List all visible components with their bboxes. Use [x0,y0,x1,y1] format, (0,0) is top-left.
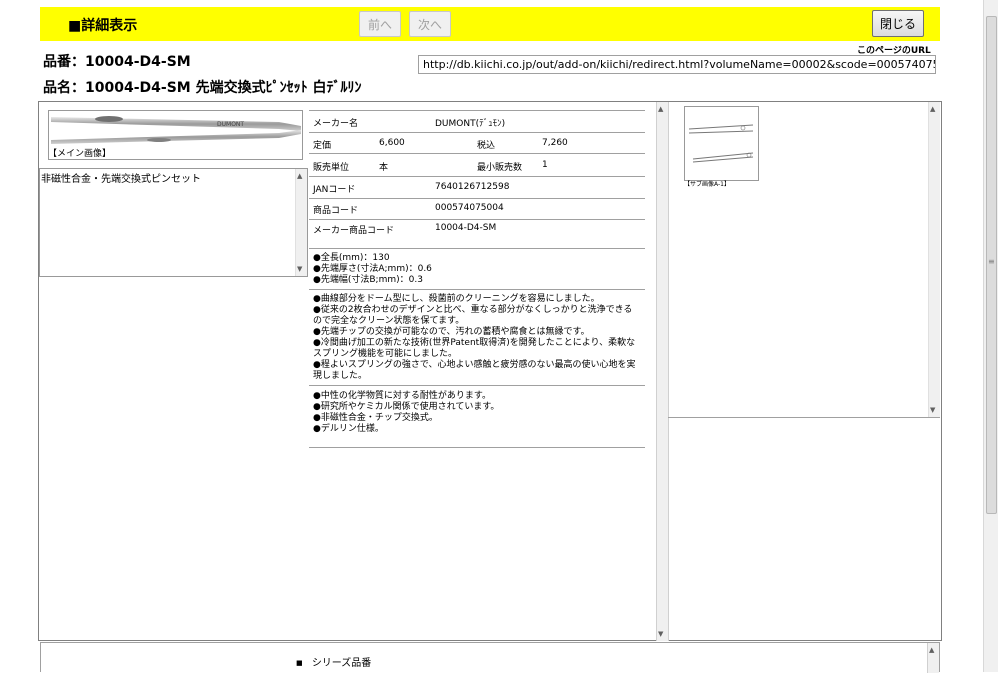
close-button[interactable]: 閉じる [872,10,924,37]
property-item: ●非磁性合金・チップ交換式。 [313,413,438,423]
features-list: ●曲線部分をドーム型にし、殺菌前のクリーニングを容易にしました。 ●従来の2枚合… [313,294,639,382]
series-label: ■ シリーズ品番 [296,654,371,669]
feature-item: ●従来の2枚合わせのデザインと比べ、重なる部分がなくしっかりと洗浄できるので完全… [313,305,633,326]
unit-label: 販売単位 [313,163,350,173]
scroll-up-icon[interactable]: ▲ [930,105,935,113]
dimension-item: ●先端厚さ(寸法A;mm)：0.6 [313,264,432,274]
spec-row-jan: JANコード 7640126712598 [309,177,645,199]
property-item: ●研究所やケミカル関係で使用されています。 [313,402,500,412]
maker-code-value: 10004-D4-SM [435,223,497,233]
jan-value: 7640126712598 [435,182,510,192]
dimensions-list: ●全長(mm)：130 ●先端厚さ(寸法A;mm)：0.6 ●先端幅(寸法B;m… [313,253,639,286]
series-label-text: シリーズ品番 [311,658,372,669]
maker-value: DUMONT(ﾃﾞｭﾓﾝ) [435,119,506,129]
page-scrollbar[interactable]: ≡ [983,0,998,672]
min-qty-label: 最小販売数 [477,163,523,173]
next-button[interactable]: 次へ [409,11,451,37]
maker-code-label: メーカー商品コード [313,226,395,236]
tax-incl-value: 7,260 [542,138,568,148]
series-box: ▲ [40,642,940,673]
spec-row-maker-code: メーカー商品コード 10004-D4-SM [309,220,645,249]
unit-value: 本 [379,163,389,173]
product-code-label: 商品コード [313,206,359,216]
scroll-up-icon[interactable]: ▲ [929,646,934,654]
tax-incl-label: 税込 [477,141,496,151]
properties-list: ●中性の化学物質に対する耐性があります。 ●研究所やケミカル関係で使用されていま… [313,391,639,435]
divider [309,447,645,448]
tweezers-diagram-image [688,124,754,163]
page-scroll-thumb[interactable]: ≡ [986,16,997,514]
scroll-up-icon[interactable]: ▲ [658,105,663,113]
scroll-down-icon[interactable]: ▼ [658,630,663,638]
description-text: 非磁性合金・先端交換式ピンセット [41,174,201,185]
min-qty-value: 1 [542,160,548,170]
tweezers-image: DUMONT [51,116,301,144]
spec-row-product-code: 商品コード 000574075004 [309,199,645,220]
property-item: ●中性の化学物質に対する耐性があります。 [313,391,491,401]
divider [309,385,645,386]
page-url-field[interactable]: http://db.kiichi.co.jp/out/add-on/kiichi… [418,55,936,74]
feature-item: ●曲線部分をドーム型にし、殺菌前のクリーニングを容易にしました。 [313,294,600,304]
maker-label: メーカー名 [313,119,359,129]
sub-image-scrollbar[interactable]: ▲ ▼ [928,102,940,417]
page-title: ■詳細表示 [68,18,138,34]
scroll-down-icon[interactable]: ▼ [297,265,302,273]
sub-image-caption: 【サブ画像A-1】 [684,181,730,188]
product-name-heading: 品名：10004-D4-SM 先端交換式ﾋﾟﾝｾｯﾄ 白ﾃﾞﾙﾘﾝ [43,80,362,96]
scroll-up-icon[interactable]: ▲ [297,172,302,180]
dimension-item: ●先端幅(寸法B;mm)：0.3 [313,275,423,285]
list-price-label: 定価 [313,141,332,151]
brand-text: DUMONT [217,121,244,128]
feature-item: ●先端チップの交換が可能なので、汚れの蓄積や腐食とは無縁です。 [313,327,590,337]
feature-item: ●冷間曲げ加工の新たな技術(世界Patent取得済)を開発したことにより、柔軟な… [313,338,636,359]
main-image-caption: 【メイン画像】 [48,149,112,159]
sub-image-thumbnail[interactable] [684,106,759,181]
product-code-heading: 品番：10004-D4-SM [43,54,191,70]
product-code-value: 000574075004 [435,203,504,213]
prev-button[interactable]: 前へ [359,11,401,37]
grip-icon: ≡ [988,257,995,266]
scroll-down-icon[interactable]: ▼ [930,406,935,414]
list-price-value: 6,600 [379,138,405,148]
description-box: 非磁性合金・先端交換式ピンセット ▲ ▼ [39,168,308,277]
divider [309,289,645,290]
description-scrollbar[interactable]: ▲ ▼ [295,169,307,276]
dimension-item: ●全長(mm)：130 [313,253,390,263]
spec-row-price: 定価 6,600 税込 7,260 [309,132,645,154]
spec-row-unit: 販売単位 本 最小販売数 1 [309,154,645,177]
series-scrollbar[interactable]: ▲ [927,643,939,673]
feature-item: ●程よいスプリングの強さで、心地よい感触と疲労感のない最高の使い心地を実現しまし… [313,360,636,381]
bullet-icon: ■ [296,659,303,667]
jan-label: JANコード [313,185,356,195]
property-item: ●デルリン仕様。 [313,424,384,434]
spec-row-maker: メーカー名 DUMONT(ﾃﾞｭﾓﾝ) [309,110,645,133]
header-bar: ■詳細表示 前へ 次へ 閉じる [40,7,940,41]
